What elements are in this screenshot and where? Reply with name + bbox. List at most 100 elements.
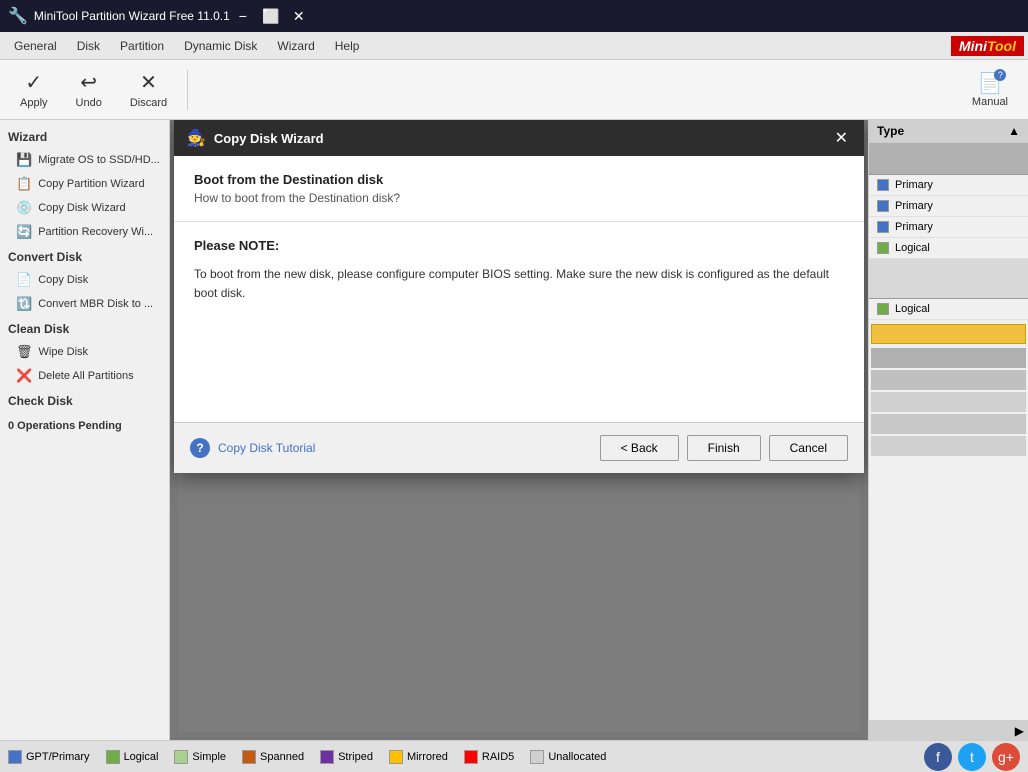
tutorial-link[interactable]: Copy Disk Tutorial: [218, 441, 315, 455]
partition-recovery-icon: 🔄: [16, 224, 32, 240]
app-icon: 🔧: [8, 6, 28, 26]
list-item: Primary: [869, 217, 1028, 238]
discard-icon: ✕: [140, 70, 157, 95]
menu-wizard[interactable]: Wizard: [267, 35, 324, 57]
list-item: Logical: [869, 238, 1028, 259]
titlebar: 🔧 MiniTool Partition Wizard Free 11.0.1 …: [0, 0, 1028, 32]
help-icon[interactable]: ?: [190, 438, 210, 458]
menu-partition[interactable]: Partition: [110, 35, 174, 57]
check-section-header: Check Disk: [0, 388, 169, 412]
close-button[interactable]: ✕: [286, 5, 312, 27]
mirrored-color-box: [389, 750, 403, 764]
legend-simple: Simple: [174, 750, 226, 764]
modal-header-title: Boot from the Destination disk: [194, 172, 844, 187]
modal-header-section: Boot from the Destination disk How to bo…: [174, 156, 864, 222]
unallocated-color-box: [530, 750, 544, 764]
apply-icon: ✓: [25, 70, 42, 95]
raid5-color-box: [464, 750, 478, 764]
copy-disk2-icon: 📄: [16, 272, 32, 288]
sidebar-item-delete-partitions[interactable]: ❌ Delete All Partitions: [0, 364, 169, 388]
modal-icon: 🧙: [186, 128, 206, 148]
discard-button[interactable]: ✕ Discard: [118, 66, 179, 113]
menu-general[interactable]: General: [4, 35, 67, 57]
window-controls: − ⬜ ✕: [230, 5, 312, 27]
wipe-disk-icon: 🗑: [16, 344, 33, 360]
clean-section-header: Clean Disk: [0, 316, 169, 340]
spanned-color-box: [242, 750, 256, 764]
convert-mbr-icon: 🔃: [16, 296, 32, 312]
statusbar: GPT/Primary Logical Simple Spanned Strip…: [0, 740, 1028, 772]
copy-disk-wizard-modal: 🧙 Copy Disk Wizard ✕ Boot from the Desti…: [174, 120, 864, 473]
modal-close-button[interactable]: ✕: [831, 128, 852, 148]
please-note-label: Please NOTE:: [194, 238, 844, 253]
sidebar-item-migrate[interactable]: 💾 Migrate OS to SSD/HD...: [0, 148, 169, 172]
sidebar: Wizard 💾 Migrate OS to SSD/HD... 📋 Copy …: [0, 120, 170, 740]
main-layout: Wizard 💾 Migrate OS to SSD/HD... 📋 Copy …: [0, 120, 1028, 740]
modal-footer: ? Copy Disk Tutorial < Back Finish Cance…: [174, 422, 864, 473]
list-item: Logical: [869, 299, 1028, 320]
finish-button[interactable]: Finish: [687, 435, 761, 461]
modal-overlay: 🧙 Copy Disk Wizard ✕ Boot from the Desti…: [170, 120, 868, 740]
simple-color-box: [174, 750, 188, 764]
menu-help[interactable]: Help: [325, 35, 370, 57]
apply-button[interactable]: ✓ Apply: [8, 66, 60, 113]
logical-color-box: [106, 750, 120, 764]
modal-note-section: Please NOTE: To boot from the new disk, …: [174, 222, 864, 422]
sidebar-item-convert-mbr[interactable]: 🔃 Convert MBR Disk to ...: [0, 292, 169, 316]
list-item: Primary: [869, 196, 1028, 217]
app-title: MiniTool Partition Wizard Free 11.0.1: [34, 9, 230, 23]
cancel-button[interactable]: Cancel: [769, 435, 848, 461]
legend-gpt-primary: GPT/Primary: [8, 750, 90, 764]
legend-logical: Logical: [106, 750, 159, 764]
twitter-button[interactable]: t: [958, 743, 986, 771]
menu-disk[interactable]: Disk: [67, 35, 110, 57]
facebook-button[interactable]: f: [924, 743, 952, 771]
legend-mirrored: Mirrored: [389, 750, 448, 764]
scroll-indicator: ▲: [1008, 124, 1020, 138]
googleplus-button[interactable]: g+: [992, 743, 1020, 771]
menubar: General Disk Partition Dynamic Disk Wiza…: [0, 32, 1028, 60]
primary-color-indicator: [877, 200, 889, 212]
logical-color-indicator: [877, 242, 889, 254]
sidebar-item-copy-disk2[interactable]: 📄 Copy Disk: [0, 268, 169, 292]
note-text: To boot from the new disk, please config…: [194, 265, 844, 303]
list-item: Primary: [869, 175, 1028, 196]
legend-unallocated: Unallocated: [530, 750, 606, 764]
sidebar-item-wipe-disk[interactable]: 🗑 Wipe Disk: [0, 340, 169, 364]
wizard-section-header: Wizard: [0, 124, 169, 148]
social-icons: f t g+: [924, 743, 1020, 771]
legend-raid5: RAID5: [464, 750, 514, 764]
modal-titlebar: 🧙 Copy Disk Wizard ✕: [174, 120, 864, 156]
delete-partitions-icon: ❌: [16, 368, 32, 384]
primary-color-indicator: [877, 179, 889, 191]
sidebar-item-partition-recovery[interactable]: 🔄 Partition Recovery Wi...: [0, 220, 169, 244]
copy-partition-icon: 📋: [16, 176, 32, 192]
modal-header-subtitle: How to boot from the Destination disk?: [194, 191, 844, 205]
right-panel: Type ▲ Primary Primary Primary Logical: [868, 120, 1028, 740]
legend-spanned: Spanned: [242, 750, 304, 764]
back-button[interactable]: < Back: [600, 435, 679, 461]
manual-button[interactable]: 📄 ? Manual: [960, 67, 1020, 112]
right-panel-scroll-right[interactable]: ▶: [869, 720, 1028, 740]
undo-button[interactable]: ↩ Undo: [64, 66, 114, 113]
migrate-icon: 💾: [16, 152, 32, 168]
toolbar-separator: [187, 70, 188, 110]
primary-color-indicator: [877, 221, 889, 233]
footer-buttons: < Back Finish Cancel: [600, 435, 848, 461]
sidebar-item-copy-partition[interactable]: 📋 Copy Partition Wizard: [0, 172, 169, 196]
toolbar: ✓ Apply ↩ Undo ✕ Discard 📄 ? Manual: [0, 60, 1028, 120]
right-panel-header: Type ▲: [869, 120, 1028, 143]
minitool-logo: MiniTool: [951, 36, 1024, 56]
striped-color-box: [320, 750, 334, 764]
convert-section-header: Convert Disk: [0, 244, 169, 268]
legend-striped: Striped: [320, 750, 373, 764]
modal-title: Copy Disk Wizard: [214, 131, 324, 146]
menu-dynamic-disk[interactable]: Dynamic Disk: [174, 35, 267, 57]
content-area: 🧙 Copy Disk Wizard ✕ Boot from the Desti…: [170, 120, 868, 740]
copy-disk-icon: 💿: [16, 200, 32, 216]
minimize-button[interactable]: −: [230, 5, 256, 27]
logical-color-indicator: [877, 303, 889, 315]
operations-pending: 0 Operations Pending: [0, 412, 169, 440]
maximize-button[interactable]: ⬜: [258, 5, 284, 27]
sidebar-item-copy-disk[interactable]: 💿 Copy Disk Wizard: [0, 196, 169, 220]
